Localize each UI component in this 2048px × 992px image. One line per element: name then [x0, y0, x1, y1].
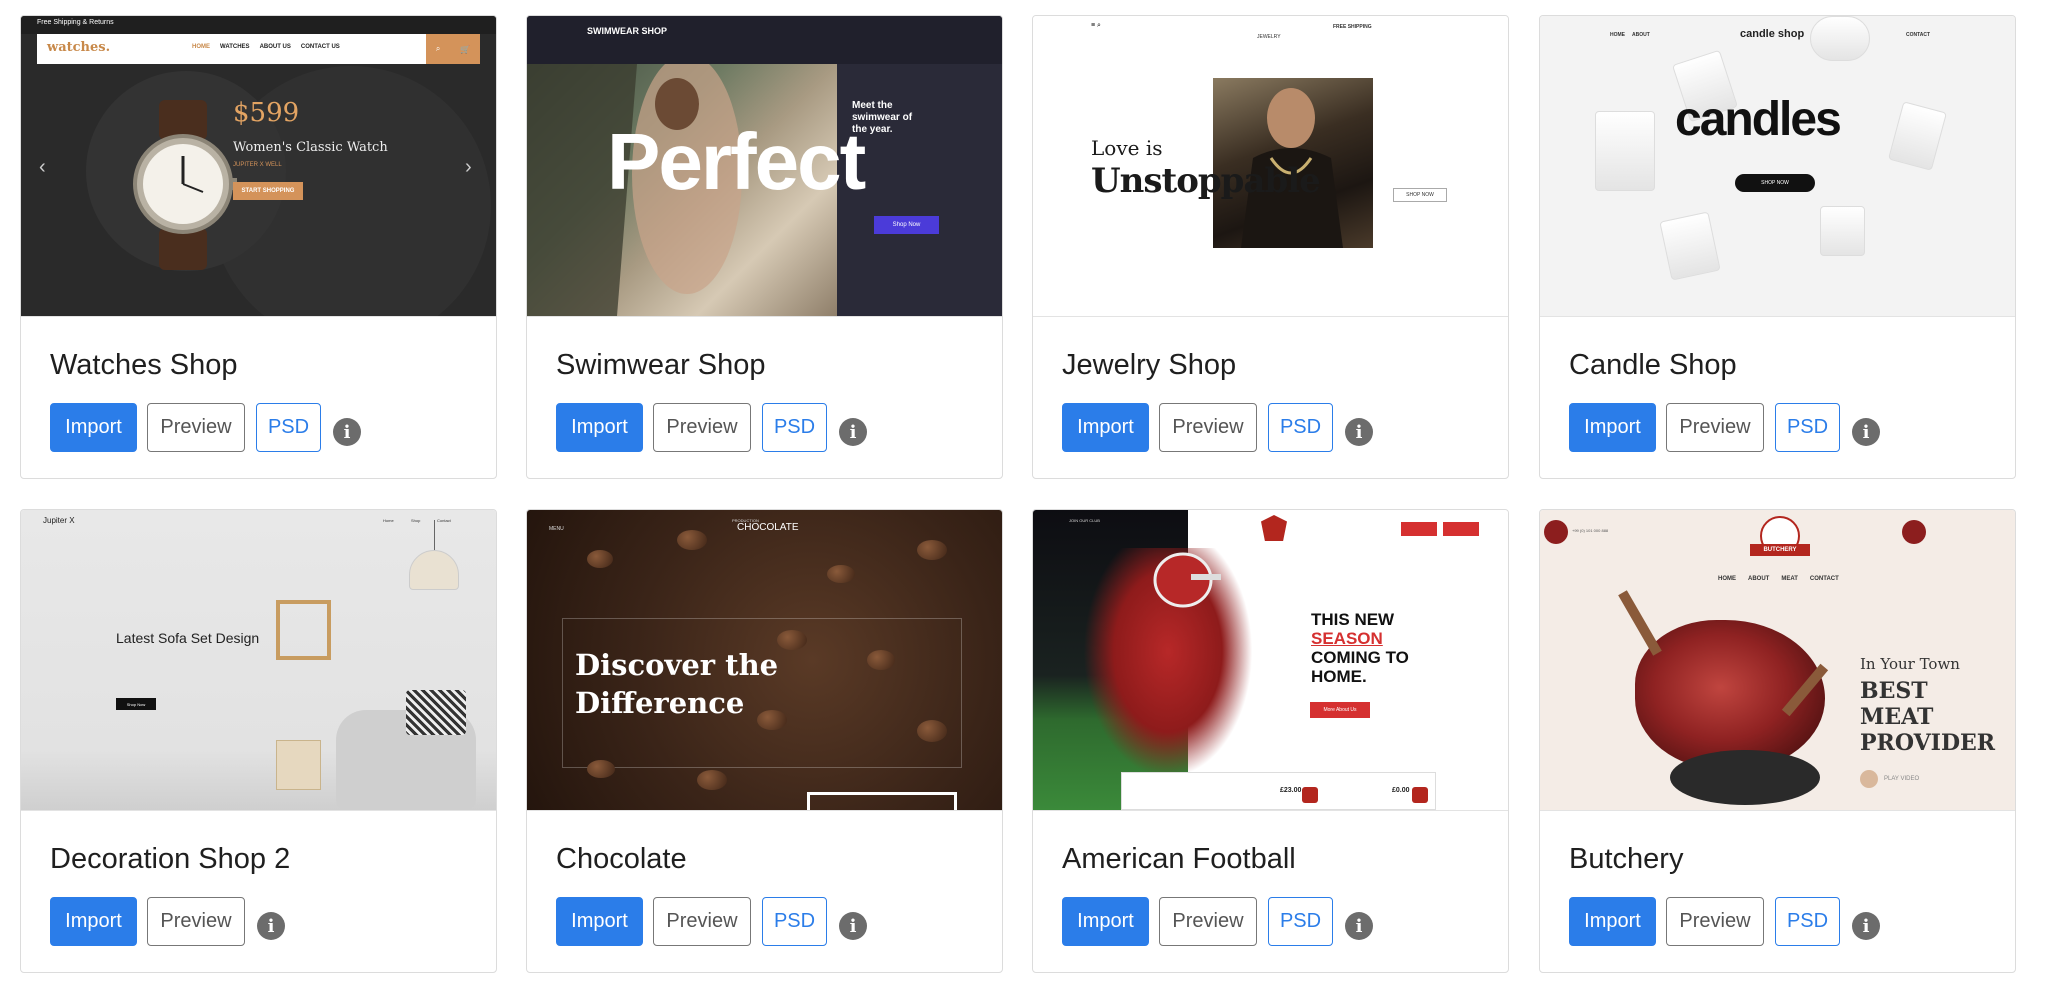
template-card-jewelry: ≡ ⌕ JEWELRY FREE SHIPPING Love is Unstop…	[1032, 15, 1509, 479]
preview-button[interactable]: Preview	[1666, 897, 1764, 946]
hero-headline: Perfect	[607, 117, 866, 206]
psd-button[interactable]: PSD	[762, 403, 827, 452]
card-title: Swimwear Shop	[556, 349, 766, 381]
psd-button[interactable]: PSD	[762, 897, 827, 946]
play-icon	[1860, 770, 1878, 788]
template-card-chocolate: MENU PRODUCTION CHOCOLATE Discover the D…	[526, 509, 1003, 973]
template-card-candle: HOME ABOUT CONTACT candle shop candles S…	[1539, 15, 2016, 479]
info-icon[interactable]: i	[257, 912, 285, 940]
import-button[interactable]: Import	[1062, 897, 1149, 946]
phone-icon	[1544, 520, 1568, 544]
info-icon[interactable]: i	[333, 418, 361, 446]
card-title: Butchery	[1569, 843, 1684, 875]
psd-button[interactable]: PSD	[256, 403, 321, 452]
import-button[interactable]: Import	[556, 897, 643, 946]
team-logo	[1261, 515, 1287, 541]
info-icon[interactable]: i	[1852, 912, 1880, 940]
promo-bar: Free Shipping & Returns	[21, 16, 496, 34]
template-card-watches: Free Shipping & Returns watches. HOME WA…	[20, 15, 497, 479]
template-card-decoration: Jupiter X Home Shop Contact Latest Sofa …	[20, 509, 497, 973]
hero-headline: Unstoppable	[1091, 161, 1321, 201]
card-title: Chocolate	[556, 843, 687, 875]
thumb-logo: Jupiter X	[43, 516, 75, 525]
psd-button[interactable]: PSD	[1775, 897, 1840, 946]
chevron-left-icon: ‹	[39, 156, 46, 178]
thumb-logo: CHOCOLATE	[737, 522, 799, 533]
template-thumbnail[interactable]: +99 (0) 101 000 888 BUTCHERY HOME ABOUT …	[1540, 510, 2015, 810]
import-button[interactable]: Import	[50, 403, 137, 452]
hero-headline: candles	[1675, 93, 1842, 146]
card-title: Jewelry Shop	[1062, 349, 1237, 381]
info-icon[interactable]: i	[1852, 418, 1880, 446]
thumb-logo: SWIMWEAR SHOP	[587, 26, 667, 36]
hero-headline: Latest Sofa Set Design	[116, 630, 260, 646]
import-button[interactable]: Import	[556, 403, 643, 452]
card-title: American Football	[1062, 843, 1296, 875]
preview-button[interactable]: Preview	[1159, 897, 1257, 946]
hero-headline: THIS NEW SEASON COMING TO HOME.	[1311, 610, 1409, 686]
preview-button[interactable]: Preview	[653, 403, 751, 452]
template-grid: Free Shipping & Returns watches. HOME WA…	[0, 0, 2048, 992]
hero-headline: Discover the Difference	[575, 648, 779, 720]
thumb-logo: candle shop	[1740, 28, 1805, 40]
chevron-right-icon: ›	[465, 156, 472, 178]
location-icon	[1902, 520, 1926, 544]
template-thumbnail[interactable]: Free Shipping & Returns watches. HOME WA…	[21, 16, 496, 316]
menu-icon: ≡ ⌕	[1091, 22, 1101, 29]
preview-button[interactable]: Preview	[147, 403, 245, 452]
template-thumbnail[interactable]: MENU PRODUCTION CHOCOLATE Discover the D…	[527, 510, 1002, 810]
info-icon[interactable]: i	[839, 418, 867, 446]
thumb-logo: watches.	[47, 40, 111, 55]
template-thumbnail[interactable]: HOME ABOUT CONTACT candle shop candles S…	[1540, 16, 2015, 316]
template-thumbnail[interactable]: JOIN OUR CLUB THIS NEW SEASON COMING TO …	[1033, 510, 1508, 810]
template-card-butchery: +99 (0) 101 000 888 BUTCHERY HOME ABOUT …	[1539, 509, 2016, 973]
card-title: Watches Shop	[50, 349, 238, 381]
psd-button[interactable]: PSD	[1268, 897, 1333, 946]
template-thumbnail[interactable]: Jupiter X Home Shop Contact Latest Sofa …	[21, 510, 496, 810]
cart-icon: ⌕ 🛒	[426, 34, 480, 64]
card-title: Candle Shop	[1569, 349, 1737, 381]
watch-illustration	[133, 100, 237, 270]
import-button[interactable]: Import	[1062, 403, 1149, 452]
import-button[interactable]: Import	[1569, 897, 1656, 946]
preview-button[interactable]: Preview	[1666, 403, 1764, 452]
thumb-nav: watches. HOME WATCHES ABOUT US CONTACT U…	[37, 34, 480, 64]
info-icon[interactable]: i	[839, 912, 867, 940]
card-title: Decoration Shop 2	[50, 843, 291, 875]
import-button[interactable]: Import	[50, 897, 137, 946]
template-card-swimwear: SWIMWEAR SHOP Perfect Meet the swimwear …	[526, 15, 1003, 479]
template-card-football: JOIN OUR CLUB THIS NEW SEASON COMING TO …	[1032, 509, 1509, 973]
hero-headline: BEST MEAT PROVIDER	[1860, 678, 1996, 756]
template-thumbnail[interactable]: SWIMWEAR SHOP Perfect Meet the swimwear …	[527, 16, 1002, 316]
preview-button[interactable]: Preview	[653, 897, 751, 946]
psd-button[interactable]: PSD	[1775, 403, 1840, 452]
import-button[interactable]: Import	[1569, 403, 1656, 452]
info-icon[interactable]: i	[1345, 912, 1373, 940]
template-thumbnail[interactable]: ≡ ⌕ JEWELRY FREE SHIPPING Love is Unstop…	[1033, 16, 1508, 316]
psd-button[interactable]: PSD	[1268, 403, 1333, 452]
thumb-price: $599	[233, 98, 300, 128]
preview-button[interactable]: Preview	[147, 897, 245, 946]
info-icon[interactable]: i	[1345, 418, 1373, 446]
preview-button[interactable]: Preview	[1159, 403, 1257, 452]
